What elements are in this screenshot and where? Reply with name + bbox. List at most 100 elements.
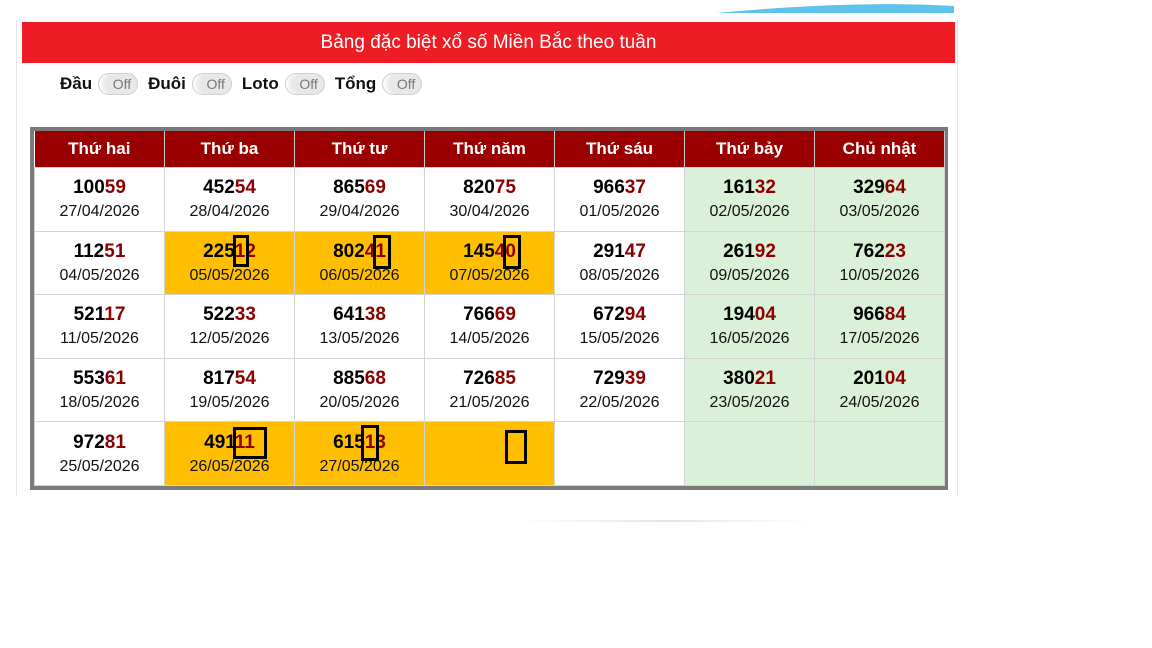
result-cell[interactable]: 52117 11/05/2026 [34, 294, 165, 359]
result-number-tail: 04 [754, 304, 776, 326]
column-header: Thứ năm [424, 131, 555, 168]
result-number-tail: 84 [884, 304, 906, 326]
result-number-tail: 23 [884, 240, 906, 262]
result-number: 86569 [295, 175, 424, 201]
result-cell[interactable]: 20104 24/05/2026 [814, 357, 945, 423]
top-wave-decoration [716, 0, 956, 14]
result-number-tail: 69 [364, 177, 386, 199]
result-number-head: 194 [723, 304, 755, 326]
filter-label-loto: Loto [241, 74, 279, 93]
toggle-loto[interactable]: Off [284, 73, 325, 95]
result-number-head: 672 [593, 304, 625, 326]
result-number-head: 491 [204, 431, 235, 453]
result-number: 55361 [35, 366, 164, 392]
result-cell[interactable]: 14540 07/05/2026 [424, 230, 555, 296]
result-number: 45254 [165, 175, 294, 201]
result-cell[interactable]: 26192 09/05/2026 [684, 230, 815, 296]
result-cell[interactable]: 29147 08/05/2026 [554, 230, 685, 296]
result-cell[interactable]: 10059 27/04/2026 [34, 167, 165, 232]
result-number-head: 452 [203, 177, 235, 199]
result-date: 09/05/2026 [709, 266, 790, 284]
result-cell[interactable] [554, 421, 685, 486]
result-cell[interactable]: 11251 04/05/2026 [34, 230, 165, 296]
result-number: 88568 [295, 366, 424, 392]
filter-label-dau: Đầu [60, 74, 93, 93]
result-number-tail: 39 [624, 368, 646, 390]
result-number-tail: 54 [234, 177, 256, 199]
result-number: 19404 [685, 302, 814, 328]
result-cell[interactable]: 72939 22/05/2026 [554, 357, 685, 423]
result-cell[interactable]: 61513 27/05/2026 [294, 421, 425, 486]
result-cell[interactable]: 96637 01/05/2026 [554, 167, 685, 232]
result-cell[interactable]: 55361 18/05/2026 [34, 357, 165, 423]
result-cell[interactable]: 76669 14/05/2026 [424, 294, 555, 359]
result-date: 23/05/2026 [709, 394, 790, 412]
toggle-tong[interactable]: Off [382, 73, 423, 95]
result-number: 82075 [425, 175, 554, 201]
result-number: 52233 [165, 302, 294, 328]
result-cell[interactable]: 72685 21/05/2026 [424, 357, 555, 423]
result-number: 26192 [685, 239, 814, 265]
result-number-head: 521 [73, 304, 105, 326]
result-number: 32964 [815, 175, 944, 201]
result-cell[interactable] [424, 421, 555, 486]
result-cell[interactable]: 80241 06/05/2026 [294, 230, 425, 296]
result-date: 30/04/2026 [449, 203, 530, 221]
result-number-head: 762 [853, 240, 885, 262]
result-cell[interactable]: 67294 15/05/2026 [554, 294, 685, 359]
result-cell[interactable]: 81754 19/05/2026 [164, 357, 295, 423]
result-cell[interactable]: 19404 16/05/2026 [684, 294, 815, 359]
column-header: Thứ tư [294, 131, 425, 168]
result-date: 28/04/2026 [189, 203, 270, 221]
result-cell[interactable]: 64138 13/05/2026 [294, 294, 425, 359]
result-cell[interactable]: 32964 03/05/2026 [814, 167, 945, 232]
result-cell[interactable]: 38021 23/05/2026 [684, 357, 815, 423]
highlight-box-marker [361, 425, 379, 462]
result-cell[interactable]: 96684 17/05/2026 [814, 294, 945, 359]
result-number-head: 641 [333, 304, 365, 326]
result-cell[interactable] [814, 421, 945, 486]
result-cell[interactable]: 16132 02/05/2026 [684, 167, 815, 232]
result-date: 14/05/2026 [449, 330, 530, 348]
result-number-head: 885 [333, 368, 365, 390]
result-cell[interactable]: 52233 12/05/2026 [164, 294, 295, 359]
result-date: 25/05/2026 [59, 457, 140, 475]
result-cell[interactable]: 97281 25/05/2026 [34, 421, 165, 486]
result-date: 18/05/2026 [59, 394, 140, 412]
result-cell[interactable]: 88568 20/05/2026 [294, 357, 425, 423]
result-number: 96684 [815, 302, 944, 328]
result-cell[interactable]: 49111 26/05/2026 [164, 421, 295, 486]
result-number: 72939 [555, 366, 684, 392]
result-number-tail: 61 [104, 368, 126, 390]
toggle-dau[interactable]: Off [98, 73, 139, 95]
toggle-duoi[interactable]: Off [191, 73, 232, 95]
result-number: 20104 [815, 366, 944, 392]
result-number: 81754 [165, 366, 294, 392]
table-row: 52117 11/05/2026 52233 12/05/2026 64138 13/05… [34, 294, 945, 359]
highlight-box-marker [373, 234, 391, 269]
result-date: 12/05/2026 [189, 330, 270, 348]
result-cell[interactable]: 22512 05/05/2026 [164, 230, 295, 296]
result-cell[interactable]: 86569 29/04/2026 [294, 167, 425, 232]
result-number-head: 380 [723, 368, 755, 390]
column-header: Chủ nhật [814, 131, 945, 168]
result-number-head: 522 [203, 304, 235, 326]
result-number-tail: 33 [234, 304, 256, 326]
result-number-tail: 85 [494, 368, 516, 390]
result-cell[interactable]: 76223 10/05/2026 [814, 230, 945, 296]
result-number-head: 291 [593, 240, 625, 262]
result-number: 14540 [425, 239, 554, 265]
table-header-row: Thứ hai Thứ ba Thứ tư Thứ năm Thứ sáu Thứ bảy… [34, 131, 945, 168]
table-row: 10059 27/04/2026 45254 28/04/2026 86569 29/04… [34, 167, 945, 232]
result-number: 76223 [815, 239, 944, 265]
result-cell[interactable]: 45254 28/04/2026 [164, 167, 295, 232]
result-number: 10059 [35, 175, 164, 201]
result-cell[interactable] [684, 421, 815, 486]
result-date: 01/05/2026 [579, 203, 660, 221]
result-date: 13/05/2026 [319, 330, 400, 348]
result-number-tail: 47 [624, 240, 646, 262]
result-cell[interactable]: 82075 30/04/2026 [424, 167, 555, 232]
result-number-tail: 75 [494, 177, 516, 199]
result-number-tail: 69 [494, 304, 516, 326]
result-number: 67294 [555, 302, 684, 328]
